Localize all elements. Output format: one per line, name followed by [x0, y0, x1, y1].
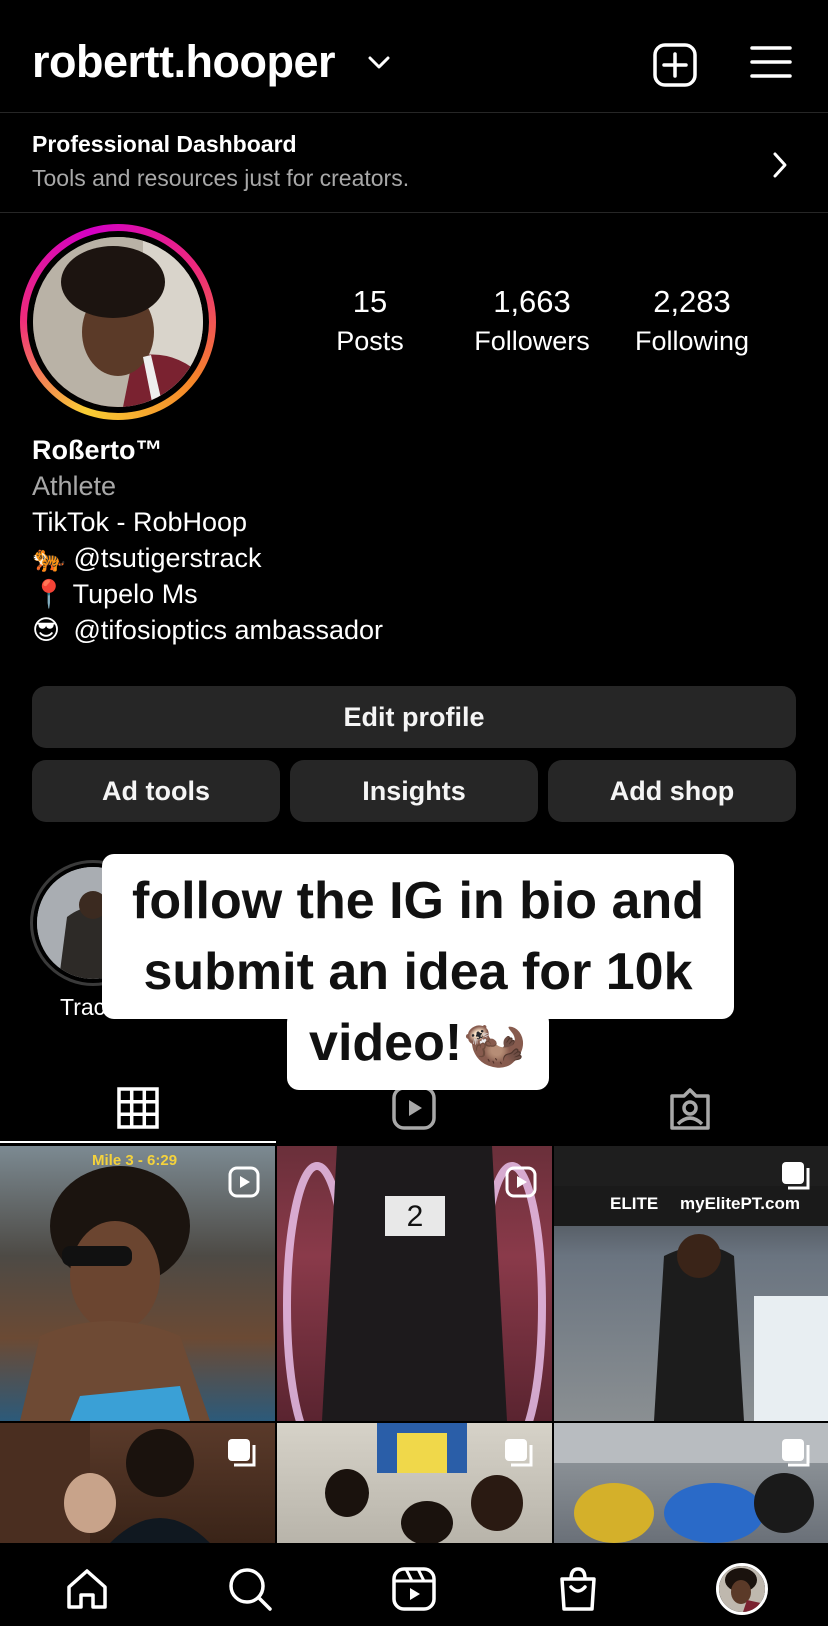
avatar-photo — [33, 237, 203, 407]
followers-stat[interactable]: 1,663 Followers — [462, 284, 602, 357]
nav-home[interactable] — [62, 1564, 112, 1614]
followers-count: 1,663 — [493, 284, 571, 319]
dashboard-subtitle: Tools and resources just for creators. — [32, 165, 410, 191]
nav-reels[interactable] — [389, 1564, 439, 1614]
following-count: 2,283 — [653, 284, 731, 319]
pin-emoji-icon: 📍 — [32, 579, 66, 609]
tagged-icon — [670, 1088, 710, 1130]
edit-profile-button[interactable]: Edit profile — [32, 686, 796, 748]
home-icon — [67, 1569, 107, 1609]
location-text: Tupelo Ms — [72, 579, 198, 609]
ad-tools-button[interactable]: Ad tools — [32, 760, 280, 822]
tab-posts-grid[interactable] — [0, 1070, 276, 1146]
grid-icon — [117, 1087, 159, 1129]
caption-line: video!🦦 — [309, 1014, 527, 1072]
bio-line-tiktok: TikTok - RobHoop — [32, 507, 248, 537]
nav-profile-avatar[interactable] — [716, 1563, 768, 1615]
caption-line: follow the IG in bio and — [132, 872, 704, 930]
posts-label: Posts — [336, 326, 404, 356]
username[interactable]: robertt.hooper — [32, 36, 336, 88]
posts-count: 15 — [352, 284, 388, 319]
chevron-right-icon[interactable] — [770, 150, 790, 180]
post-thumbnail[interactable]: 2 — [277, 1146, 552, 1421]
category: Athlete — [32, 471, 117, 501]
sunglasses-emoji-icon: 😎 — [32, 615, 61, 645]
profile-avatar-icon — [719, 1566, 765, 1612]
caption-line: submit an idea for 10k — [143, 943, 693, 1001]
reel-badge-icon — [228, 1166, 260, 1198]
followers-label: Followers — [474, 326, 590, 356]
banner-text: ELITE — [610, 1194, 659, 1213]
bio-line-tiger: 🐅 @tsutigerstrack — [32, 540, 383, 576]
divider — [0, 212, 828, 213]
carousel-badge-icon — [505, 1439, 533, 1467]
insights-button[interactable]: Insights — [290, 760, 538, 822]
search-icon — [229, 1568, 272, 1611]
add-shop-button[interactable]: Add shop — [548, 760, 796, 822]
post-thumbnail[interactable]: Mile 3 - 6:29 — [0, 1146, 275, 1421]
reel-badge-icon — [505, 1166, 537, 1198]
bio-line-ambassador: 😎 @tifosioptics ambassador — [32, 612, 383, 648]
avatar[interactable] — [33, 237, 203, 407]
shop-icon — [560, 1567, 596, 1611]
bio: Roßerto™ Athlete TikTok - RobHoop 🐅 @tsu… — [32, 432, 383, 648]
nav-search[interactable] — [225, 1564, 275, 1614]
professional-dashboard[interactable]: Professional Dashboard Tools and resourc… — [0, 113, 828, 212]
hamburger-menu-icon[interactable] — [750, 44, 792, 80]
new-post-icon[interactable] — [652, 42, 698, 88]
post-thumbnail[interactable] — [554, 1423, 828, 1543]
top-bar: robertt.hooper — [0, 0, 828, 112]
tsutigerstrack-link[interactable]: @tsutigerstrack — [74, 543, 262, 573]
bio-line-location: 📍 Tupelo Ms — [32, 576, 383, 612]
tifosioptics-link[interactable]: @tifosioptics ambassador — [74, 615, 384, 645]
carousel-badge-icon — [782, 1162, 810, 1190]
carousel-badge-icon — [228, 1439, 256, 1467]
following-label: Following — [634, 326, 750, 356]
dashboard-title: Professional Dashboard — [32, 131, 297, 157]
post-thumbnail[interactable] — [277, 1423, 552, 1543]
svg-text:2: 2 — [407, 1200, 424, 1233]
posts-stat[interactable]: 15 Posts — [318, 284, 422, 357]
tiger-emoji-icon: 🐅 — [32, 543, 66, 573]
active-tab-indicator — [0, 1141, 276, 1143]
nav-shop[interactable] — [553, 1564, 603, 1614]
highlight-label: Trac — [60, 994, 106, 1020]
post-overlay-text: Mile 3 - 6:29 — [92, 1152, 178, 1169]
following-stat[interactable]: 2,283 Following — [622, 284, 762, 357]
caption-overlay-text: follow the IG in bio and submit an idea … — [102, 866, 734, 1079]
chevron-down-icon[interactable] — [366, 52, 392, 72]
post-thumbnail[interactable]: ELITE myElitePT.com — [554, 1146, 828, 1421]
carousel-badge-icon — [782, 1439, 810, 1467]
post-thumbnail[interactable] — [0, 1423, 275, 1543]
reels-icon — [392, 1086, 436, 1130]
tab-tagged[interactable] — [552, 1070, 828, 1146]
display-name: Roßerto™ — [32, 435, 163, 465]
banner-text: myElitePT.com — [680, 1194, 800, 1213]
reels-icon — [392, 1567, 436, 1611]
